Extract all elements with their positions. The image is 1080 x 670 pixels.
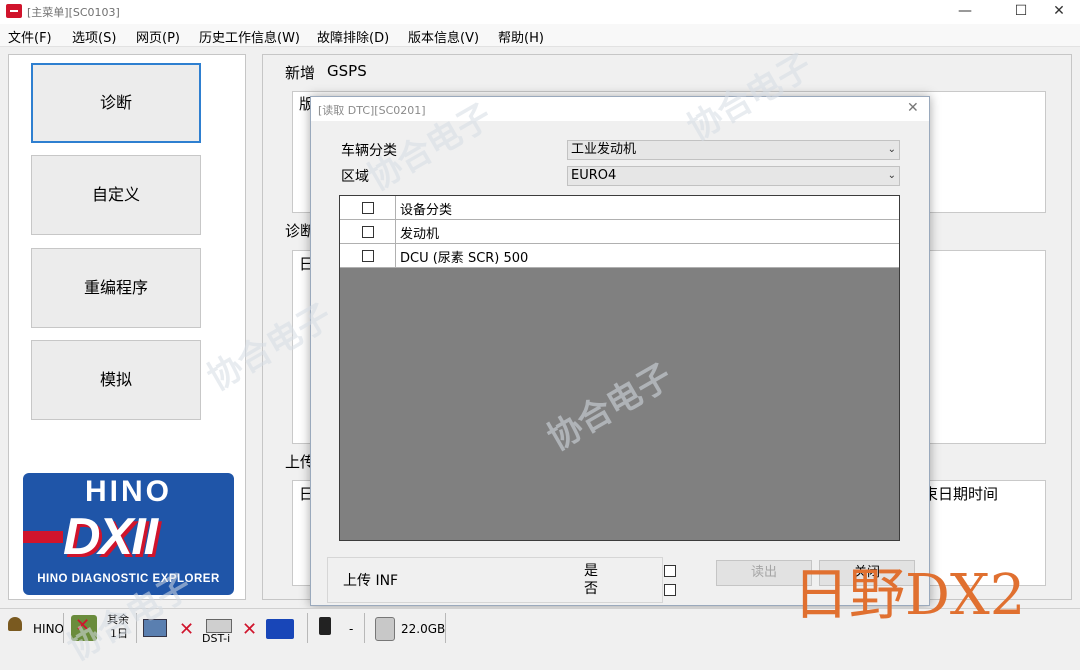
- nav-reprogram-button[interactable]: 重编程序: [31, 248, 201, 328]
- menu-troubleshoot[interactable]: 故障排除(D): [317, 27, 389, 46]
- battery-icon: [319, 617, 331, 635]
- upload-inf-group: 上传 INF 是 否: [327, 557, 676, 603]
- device-category-table: 设备分类 发动机 DCU (尿素 SCR) 500: [339, 195, 900, 541]
- row-label-engine: 发动机: [400, 227, 440, 242]
- no-checkbox[interactable]: [664, 584, 676, 596]
- page-title-prefix: 新增: [285, 64, 316, 82]
- window-title: [主菜单][SC0103]: [27, 6, 120, 19]
- logo-product: DXII: [63, 508, 158, 566]
- license-error-icon: ✕: [75, 615, 91, 636]
- vehicle-category-select[interactable]: 工业发动机 ⌄: [567, 140, 900, 160]
- menu-history[interactable]: 历史工作信息(W): [199, 27, 300, 46]
- dialog-title-bar: [读取 DTC][SC0201] ✕: [311, 97, 929, 121]
- row-checkbox-engine[interactable]: [361, 225, 374, 238]
- device-name: DST-i: [202, 632, 231, 645]
- row-label-dcu: DCU (尿素 SCR) 500: [400, 251, 529, 266]
- device-error-icon: ✕: [242, 619, 258, 640]
- divider: [364, 613, 365, 643]
- menu-options[interactable]: 选项(S): [72, 27, 116, 46]
- nav-diagnose-button[interactable]: 诊断: [31, 63, 201, 143]
- chevron-down-icon: ⌄: [887, 144, 896, 155]
- logo-red-stripe: [23, 531, 63, 543]
- upload-inf-label: 上传 INF: [343, 573, 399, 589]
- title-bar: [主菜单][SC0103] — ☐ ✕: [0, 0, 1080, 24]
- close-window-button[interactable]: ✕: [1036, 0, 1080, 24]
- dst-device-icon: [206, 619, 232, 633]
- row-checkbox-dcu[interactable]: [361, 249, 374, 262]
- page-title-value: GSPS: [327, 62, 367, 80]
- no-label: 否: [584, 581, 598, 597]
- dialog-close-icon[interactable]: ✕: [907, 100, 919, 116]
- region-label: 区域: [341, 169, 369, 185]
- vehicle-category-label: 车辆分类: [341, 143, 397, 159]
- app-icon: [6, 4, 22, 18]
- table-header-row: 设备分类: [340, 196, 899, 220]
- laptop-icon: [143, 619, 167, 637]
- menu-bar: 文件(F) 选项(S) 网页(P) 历史工作信息(W) 故障排除(D) 版本信息…: [0, 24, 1080, 47]
- table-row[interactable]: DCU (尿素 SCR) 500: [340, 244, 899, 268]
- logo-brand: HINO: [85, 475, 172, 508]
- dialog-title: [读取 DTC][SC0201]: [318, 104, 426, 117]
- yes-checkbox[interactable]: [664, 565, 676, 577]
- yes-label: 是: [584, 563, 598, 579]
- menu-file[interactable]: 文件(F): [8, 27, 52, 46]
- nav-simulate-button[interactable]: 模拟: [31, 340, 201, 420]
- pc-error-icon: ✕: [179, 619, 195, 640]
- remaining-value: 1日: [110, 627, 128, 640]
- menu-help[interactable]: 帮助(H): [498, 27, 544, 46]
- table-row[interactable]: 发动机: [340, 220, 899, 244]
- divider: [307, 613, 308, 643]
- select-all-cell: [340, 196, 396, 219]
- menu-web[interactable]: 网页(P): [136, 27, 180, 46]
- menu-version[interactable]: 版本信息(V): [408, 27, 479, 46]
- logo-subtitle: HINO DIAGNOSTIC EXPLORER: [37, 573, 220, 585]
- read-dtc-dialog: [读取 DTC][SC0201] ✕ 车辆分类 工业发动机 ⌄ 区域 EURO4…: [310, 96, 930, 606]
- divider: [63, 613, 64, 643]
- disk-icon: [375, 617, 395, 641]
- region-value: EURO4: [571, 168, 617, 183]
- hino-dx2-logo: HINO DXII HINO DIAGNOSTIC EXPLORER: [23, 473, 234, 595]
- vehicle-category-value: 工业发动机: [571, 142, 637, 157]
- device-category-header: 设备分类: [400, 203, 453, 218]
- battery-status: -: [349, 622, 354, 636]
- row-check-cell: [340, 220, 396, 243]
- watermark-overlay: 日野DX2: [793, 563, 1026, 628]
- chevron-down-icon: ⌄: [887, 170, 896, 181]
- user-name: HINO: [33, 622, 64, 636]
- divider: [445, 613, 446, 643]
- truck-icon: [266, 619, 294, 639]
- divider: [136, 613, 137, 643]
- select-all-checkbox[interactable]: [361, 201, 374, 214]
- minimize-button[interactable]: —: [942, 0, 988, 24]
- disk-free: 22.0GB: [401, 622, 446, 636]
- nav-custom-button[interactable]: 自定义: [31, 155, 201, 235]
- row-check-cell: [340, 244, 396, 267]
- user-icon: [8, 617, 22, 631]
- region-select[interactable]: EURO4 ⌄: [567, 166, 900, 186]
